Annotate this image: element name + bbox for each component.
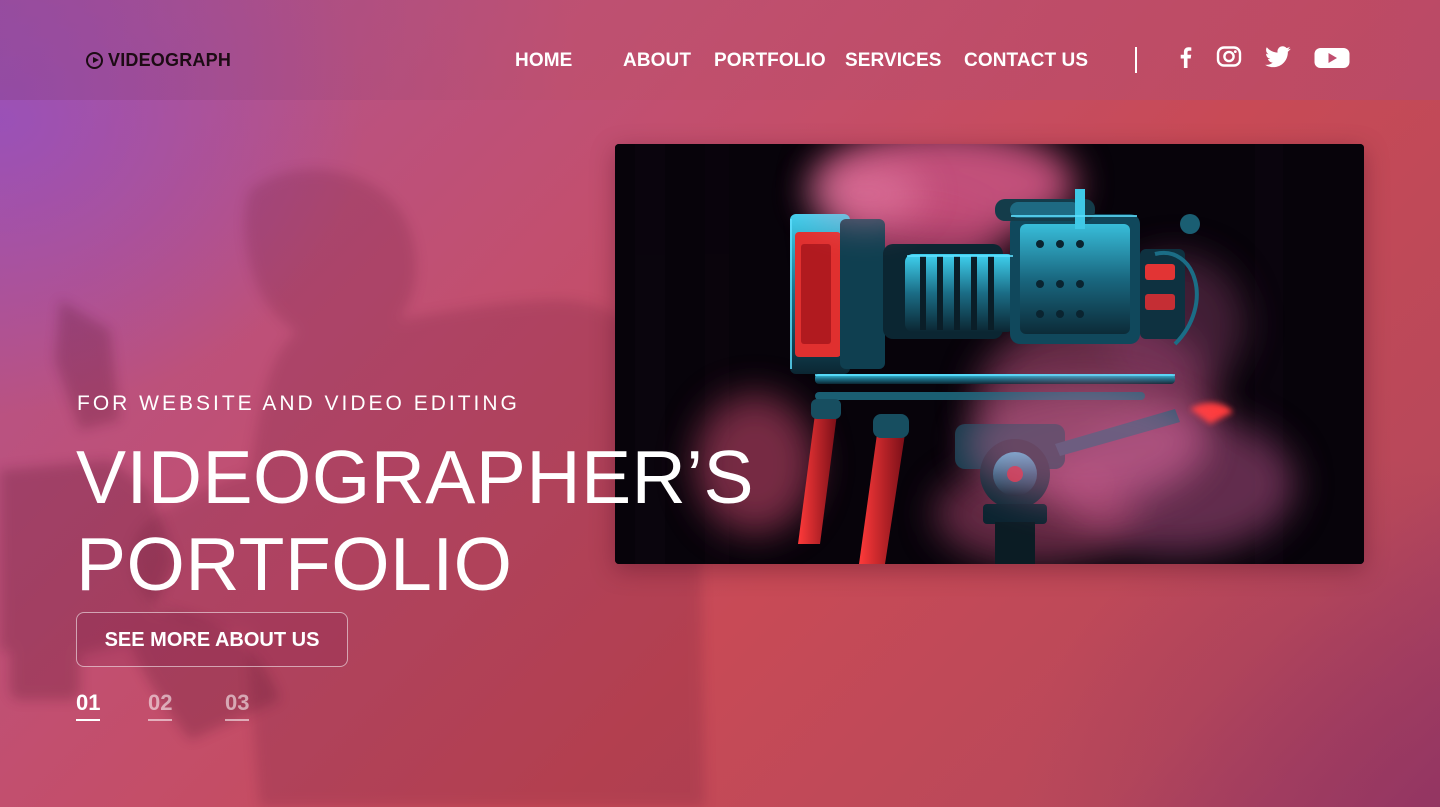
facebook-icon bbox=[1180, 47, 1192, 68]
slide-tab-03[interactable]: 03 bbox=[225, 690, 250, 721]
instagram-link[interactable] bbox=[1216, 46, 1242, 68]
instagram-icon bbox=[1216, 46, 1242, 67]
nav-services[interactable]: SERVICES bbox=[845, 50, 942, 72]
brand-name: VIDEOGRAPH bbox=[108, 50, 232, 70]
nav-home[interactable]: HOME bbox=[515, 50, 572, 72]
twitter-icon bbox=[1265, 46, 1291, 68]
hero-title: VIDEOGRAPHER’S PORTFOLIO bbox=[76, 434, 776, 608]
twitter-link[interactable] bbox=[1265, 46, 1291, 68]
play-circle-icon bbox=[86, 52, 103, 69]
nav-contact-us[interactable]: CONTACT US bbox=[964, 50, 1088, 72]
nav-divider bbox=[1135, 47, 1137, 73]
nav-about[interactable]: ABOUT bbox=[623, 50, 691, 72]
hero-title-line-1: VIDEOGRAPHER’S bbox=[76, 435, 754, 519]
facebook-link[interactable] bbox=[1176, 46, 1194, 68]
see-more-about-us-button[interactable]: SEE MORE ABOUT US bbox=[76, 612, 348, 667]
slide-tab-01[interactable]: 01 bbox=[76, 690, 101, 721]
site-header: VIDEOGRAPH HOME ABOUT PORTFOLIO SERVICES… bbox=[0, 0, 1440, 100]
hero-eyebrow: FOR WEBSITE AND VIDEO EDITING bbox=[77, 392, 520, 415]
nav-portfolio[interactable]: PORTFOLIO bbox=[714, 50, 826, 72]
youtube-link[interactable] bbox=[1314, 46, 1350, 70]
hero-title-line-2: PORTFOLIO bbox=[76, 522, 513, 606]
slide-tab-02[interactable]: 02 bbox=[148, 690, 173, 721]
brand-logo[interactable]: VIDEOGRAPH bbox=[86, 50, 231, 71]
youtube-icon bbox=[1314, 48, 1350, 68]
